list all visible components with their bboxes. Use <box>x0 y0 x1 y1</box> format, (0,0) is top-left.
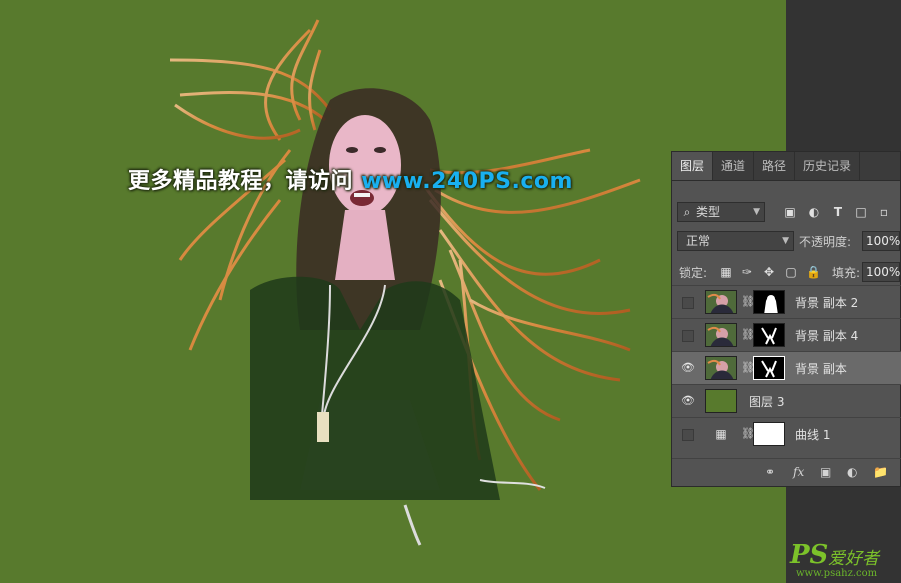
fill-input[interactable]: 100% <box>862 262 900 282</box>
layer-row[interactable]: ⛓ 背景 副本 2 <box>672 285 901 318</box>
layer-row[interactable]: ▦ ⛓ 曲线 1 <box>672 417 901 450</box>
layer-mask-thumbnail[interactable] <box>753 422 785 446</box>
type-filter-icon[interactable]: T <box>831 205 845 219</box>
visibility-toggle[interactable] <box>682 330 694 342</box>
corner-logo-site: www.psahz.com <box>796 568 878 579</box>
lock-all-icon[interactable]: 🔒 <box>806 265 821 279</box>
visibility-toggle[interactable] <box>682 297 694 309</box>
blend-row: 正常 ▼ 不透明度: 100% <box>672 231 901 253</box>
watermark-text: 更多精品教程，请访问 www.240PS.com <box>128 163 573 195</box>
layer-thumbnail <box>705 356 737 380</box>
layer-filter-value: 类型 <box>696 205 721 219</box>
corner-logo: PS 爱好者 www.psahz.com <box>788 540 898 580</box>
lock-transparent-icon[interactable]: ▦ <box>719 265 733 279</box>
layer-filter-select[interactable]: ⌕ 类型 ▼ <box>677 202 765 222</box>
tab-channels[interactable]: 通道 <box>713 152 755 180</box>
eye-icon[interactable]: 👁 <box>681 362 695 374</box>
photo-cutout <box>169 19 641 546</box>
layer-row[interactable]: ⛓ 背景 副本 4 <box>672 318 901 351</box>
chevron-down-icon: ▼ <box>753 207 760 217</box>
eye-icon[interactable]: 👁 <box>681 395 695 407</box>
fx-icon[interactable]: fx <box>793 465 804 479</box>
visibility-toggle[interactable] <box>682 429 694 441</box>
lock-label: 锁定: <box>679 266 708 280</box>
watermark-prefix: 更多精品教程，请访问 <box>128 169 354 194</box>
layers-panel: 图层 通道 路径 历史记录 ⌕ 类型 ▼ ▣ ◐ T □ ▫ 正常 ▼ 不透明度… <box>671 151 901 487</box>
chevron-down-icon: ▼ <box>782 236 789 246</box>
layer-mask-thumbnail[interactable] <box>753 290 785 314</box>
blend-mode-select[interactable]: 正常 ▼ <box>677 231 794 251</box>
watermark-url: www.240PS.com <box>361 169 573 194</box>
fill-label: 填充: <box>832 266 861 280</box>
lock-move-icon[interactable]: ✥ <box>762 265 776 279</box>
add-mask-icon[interactable]: ▣ <box>820 465 831 479</box>
layer-name[interactable]: 图层 3 <box>749 393 784 410</box>
layer-row[interactable]: 👁 图层 3 <box>672 384 901 417</box>
layer-mask-thumbnail[interactable] <box>753 356 785 380</box>
adjustment-filter-icon[interactable]: ◐ <box>807 205 821 219</box>
adjustment-layer-icon[interactable]: ◐ <box>847 465 857 479</box>
layer-row-selected[interactable]: 👁 ⛓ 背景 副本 <box>672 351 901 384</box>
opacity-label: 不透明度: <box>799 235 852 249</box>
layer-name[interactable]: 曲线 1 <box>795 426 830 443</box>
search-icon: ⌕ <box>683 205 691 219</box>
tab-paths[interactable]: 路径 <box>754 152 796 180</box>
filter-row: ⌕ 类型 ▼ ▣ ◐ T □ ▫ <box>672 202 901 224</box>
tab-history[interactable]: 历史记录 <box>795 152 861 180</box>
layer-mask-thumbnail[interactable] <box>753 323 785 347</box>
panel-tabs: 图层 通道 路径 历史记录 <box>672 152 900 181</box>
lock-artboard-icon[interactable]: ▢ <box>784 265 798 279</box>
pixel-filter-icon[interactable]: ▣ <box>783 205 797 219</box>
blend-mode-value: 正常 <box>686 234 711 248</box>
corner-logo-cn: 爱好者 <box>828 549 879 569</box>
layer-name[interactable]: 背景 副本 2 <box>795 294 858 311</box>
lock-row: 锁定: ▦ ✑ ✥ ▢ 🔒 填充: 100% <box>672 261 901 283</box>
layer-thumbnail <box>705 323 737 347</box>
layer-thumbnail <box>705 290 737 314</box>
curves-icon: ▦ <box>715 427 727 441</box>
opacity-input[interactable]: 100% <box>862 231 900 251</box>
shape-filter-icon[interactable]: □ <box>854 205 868 219</box>
layer-fill-thumbnail <box>705 389 737 413</box>
document-canvas[interactable]: 更多精品教程，请访问 www.240PS.com <box>0 0 786 583</box>
folder-icon[interactable]: 📁 <box>873 465 888 479</box>
panel-bottom-bar: ⚭ fx ▣ ◐ 📁 <box>672 458 901 487</box>
layer-name[interactable]: 背景 副本 <box>795 360 847 377</box>
link-layers-icon[interactable]: ⚭ <box>765 465 775 479</box>
tab-layers[interactable]: 图层 <box>672 152 714 180</box>
corner-logo-ps: PS <box>790 540 829 570</box>
layer-name[interactable]: 背景 副本 4 <box>795 327 858 344</box>
smart-object-filter-icon[interactable]: ▫ <box>877 205 891 219</box>
lock-brush-icon[interactable]: ✑ <box>740 265 754 279</box>
